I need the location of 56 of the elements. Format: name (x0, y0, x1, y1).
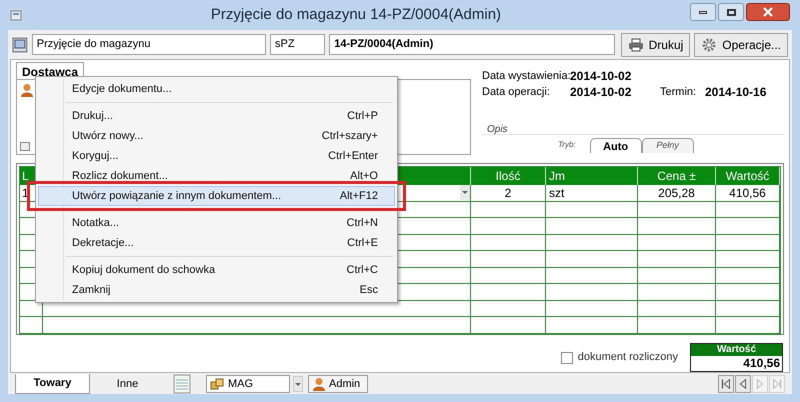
warehouse-combo[interactable]: MAG (206, 375, 290, 393)
menu-item[interactable]: Drukuj... Ctrl+P (38, 106, 395, 126)
column-header: Cena ± (638, 167, 716, 185)
settled-checkbox[interactable] (560, 352, 573, 364)
menu-item[interactable]: Utwórz powiązanie z innym dokumentem... Alt+F12 (38, 186, 395, 206)
menu-item[interactable]: Koryguj... Ctrl+Enter (38, 146, 395, 166)
first-page-button[interactable] (718, 375, 734, 393)
user-icon (312, 377, 326, 391)
due-date-label: Termin: (660, 84, 698, 100)
menu-item[interactable]: Notatka... Ctrl+N (38, 213, 395, 233)
mode-tab[interactable]: Pełny (642, 138, 694, 153)
table-cell: szt (546, 185, 638, 200)
person-icon (20, 83, 34, 97)
mode-tab[interactable]: Auto (590, 138, 642, 153)
column-header: Wartość (716, 167, 780, 185)
user-field[interactable]: Admin (308, 375, 368, 393)
total-label: Wartość (691, 344, 782, 356)
last-arrow-icon (770, 377, 784, 391)
series-field[interactable]: sPZ (270, 34, 326, 55)
maximize-button[interactable] (718, 3, 744, 21)
bottom-tab[interactable]: Towary (15, 374, 90, 394)
settled-label: dokument rozliczony (578, 350, 678, 366)
notes-icon[interactable] (173, 374, 191, 394)
mode-label: Tryb: (558, 139, 576, 151)
column-header: Ilość (471, 167, 546, 185)
minimize-button[interactable] (690, 3, 716, 21)
operation-date-label: Data operacji: (482, 84, 551, 100)
settings-icon (701, 36, 718, 52)
boxes-icon (210, 378, 224, 390)
close-icon (763, 7, 773, 17)
description-label: Opis (487, 124, 508, 135)
menu-item[interactable]: Kopiuj dokument do schowka Ctrl+C (38, 260, 395, 280)
document-icon (12, 36, 28, 52)
window-title: Przyjęcie do magazynu 14-PZ/0004(Admin) (210, 4, 502, 25)
app-icon (10, 9, 22, 21)
table-cell: 410,56 (716, 185, 780, 200)
printer-icon (628, 38, 644, 52)
card-icon (20, 142, 30, 151)
menu-item[interactable]: Utwórz nowy... Ctrl+szary+ (38, 126, 395, 146)
table-cell: 2 (471, 185, 546, 200)
table-cell: 205,28 (638, 185, 716, 200)
document-type-field[interactable]: Przyjęcie do magazynu (32, 34, 266, 55)
document-number-field[interactable]: 14-PZ/0004(Admin) (329, 34, 615, 55)
print-button[interactable]: Drukuj (620, 32, 690, 56)
first-arrow-icon (719, 377, 733, 391)
due-date-value: 2014-10-16 (705, 84, 766, 101)
menu-item[interactable]: Zamknij Esc (38, 280, 395, 300)
issue-date-value: 2014-10-02 (570, 68, 632, 85)
menu-item[interactable]: Dekretacje... Ctrl+E (38, 233, 395, 253)
operations-button[interactable]: Operacje... (694, 32, 788, 56)
menu-item[interactable]: Edycje dokumentu... (38, 79, 395, 99)
prev-page-button[interactable] (735, 375, 751, 393)
issue-date-label: Data wystawienia: (482, 68, 570, 84)
operation-date-value: 2014-10-02 (570, 84, 632, 101)
close-button[interactable] (746, 3, 790, 21)
column-header: Jm (546, 167, 638, 185)
